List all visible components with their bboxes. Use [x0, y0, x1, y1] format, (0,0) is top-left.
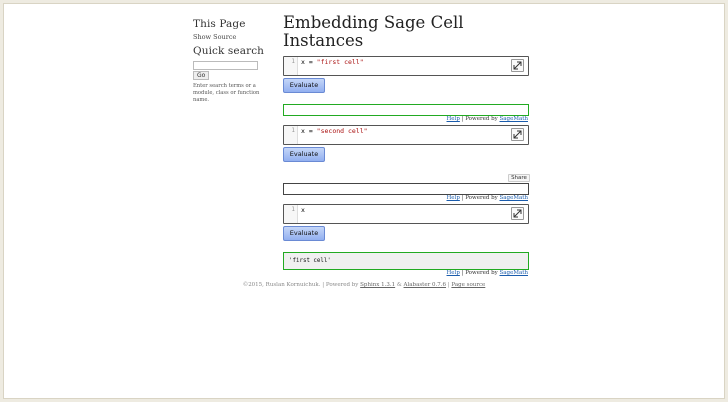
- sphinx-link[interactable]: Sphinx 1.3.1: [360, 282, 395, 288]
- sidebar: This Page Show Source Quick search Go En…: [193, 18, 273, 104]
- powered-by-text: | Powered by: [459, 116, 500, 122]
- share-button[interactable]: Share: [508, 174, 530, 182]
- code-line[interactable]: x = "second cell": [301, 127, 368, 135]
- powered-by-cell-1: Help | Powered by SageMath: [447, 116, 528, 122]
- line-number: 1: [284, 205, 298, 223]
- quick-search-input[interactable]: [193, 61, 258, 70]
- evaluate-button-cell-1[interactable]: Evaluate: [283, 78, 325, 93]
- code-editor-cell-3[interactable]: 1 x: [283, 204, 529, 224]
- code-operator: =: [304, 58, 317, 66]
- code-editor-cell-2[interactable]: 1 x = "second cell": [283, 125, 529, 145]
- page-title: Embedding Sage Cell Instances: [283, 14, 533, 50]
- sagemath-link[interactable]: SageMath: [500, 116, 529, 122]
- output-cell-3: 'first cell': [283, 252, 529, 270]
- code-string: "second cell": [316, 127, 368, 135]
- footer-amp: &: [395, 282, 404, 288]
- output-text: 'first cell': [289, 258, 331, 264]
- powered-by-text: | Powered by: [459, 195, 500, 201]
- code-editor-cell-1[interactable]: 1 x = "first cell": [283, 56, 529, 76]
- code-string: "first cell": [316, 58, 364, 66]
- alabaster-link[interactable]: Alabaster 0.7.6: [404, 282, 446, 288]
- powered-by-cell-2: Help | Powered by SageMath: [447, 195, 528, 201]
- code-operator: =: [304, 127, 317, 135]
- help-link[interactable]: Help: [447, 195, 460, 201]
- footer-powered-text: | Powered by: [320, 282, 361, 288]
- sagemath-link[interactable]: SageMath: [500, 195, 529, 201]
- code-variable: x: [301, 206, 305, 214]
- powered-by-cell-3: Help | Powered by SageMath: [447, 270, 528, 276]
- help-link[interactable]: Help: [447, 116, 460, 122]
- go-button[interactable]: Go: [193, 71, 210, 80]
- powered-by-text: | Powered by: [459, 270, 500, 276]
- line-number: 1: [284, 126, 298, 144]
- output-cell-2: [283, 183, 529, 195]
- output-cell-1: [283, 104, 529, 116]
- line-number: 1: [284, 57, 298, 75]
- expand-icon[interactable]: [511, 128, 524, 141]
- evaluate-button-cell-3[interactable]: Evaluate: [283, 226, 325, 241]
- help-link[interactable]: Help: [447, 270, 460, 276]
- code-line[interactable]: x: [301, 206, 305, 214]
- quick-search-heading: Quick search: [193, 45, 265, 57]
- sagemath-link[interactable]: SageMath: [500, 270, 529, 276]
- search-note: Enter search terms or a module, class or…: [193, 83, 260, 103]
- page-title-line1: Embedding Sage Cell: [283, 13, 464, 32]
- this-page-heading: This Page: [193, 18, 246, 30]
- page-source-link[interactable]: Page source: [451, 282, 485, 288]
- page-container: This Page Show Source Quick search Go En…: [3, 3, 725, 399]
- evaluate-button-cell-2[interactable]: Evaluate: [283, 147, 325, 162]
- show-source-link[interactable]: Show Source: [193, 33, 273, 41]
- main-content: Embedding Sage Cell Instances 1 x = "fir…: [283, 14, 533, 276]
- copyright-text: ©2015, Ruslan Kornuichuk.: [242, 282, 321, 288]
- expand-icon[interactable]: [511, 59, 524, 72]
- expand-icon[interactable]: [511, 207, 524, 220]
- page-footer: ©2015, Ruslan Kornuichuk. | Powered by S…: [154, 282, 574, 288]
- page-title-line2: Instances: [283, 31, 364, 50]
- code-line[interactable]: x = "first cell": [301, 58, 364, 66]
